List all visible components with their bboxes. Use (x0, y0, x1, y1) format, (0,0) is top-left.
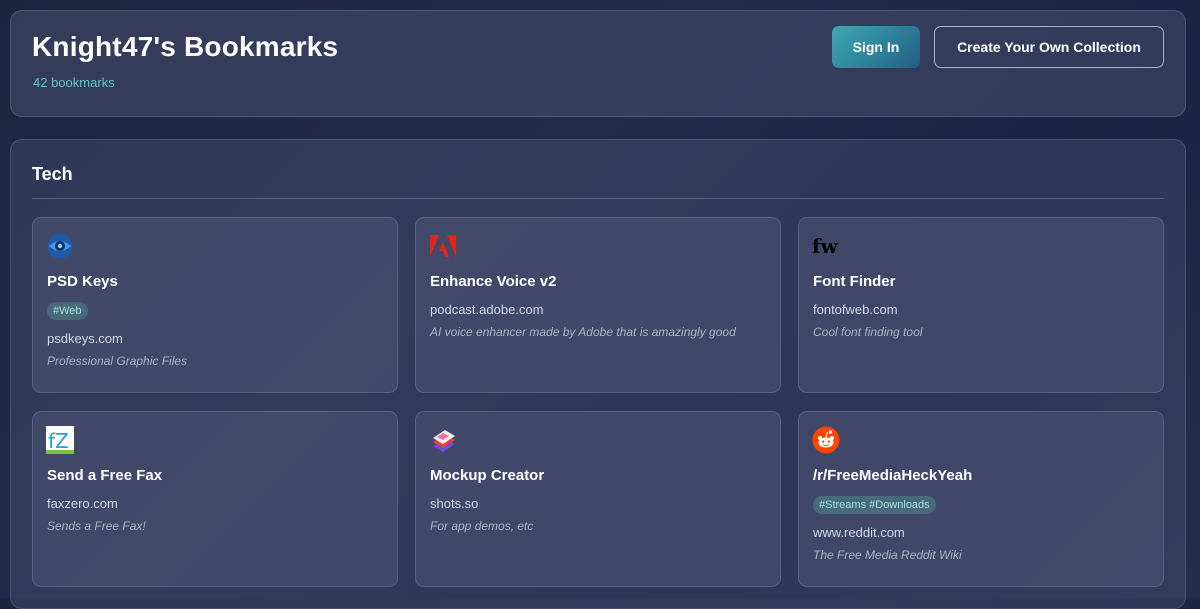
page-title: Knight47's Bookmarks (32, 31, 339, 62)
card-domain: fontofweb.com (813, 302, 898, 317)
shots-icon (433, 430, 455, 452)
adobe-icon (430, 235, 456, 257)
bookmark-count: 42 bookmarks (33, 75, 115, 90)
card-domain: psdkeys.com (47, 331, 123, 346)
card-description: Professional Graphic Files (47, 354, 188, 368)
card-title: Enhance Voice v2 (430, 273, 557, 290)
card-description: The Free Media Reddit Wiki (813, 548, 962, 562)
svg-text:fZ: fZ (48, 429, 69, 453)
card-domain: podcast.adobe.com (430, 302, 544, 317)
section-divider (32, 198, 1164, 199)
card-title: Mockup Creator (430, 467, 545, 484)
card-tag[interactable]: #Web (47, 302, 88, 320)
card-description: Cool font finding tool (813, 325, 923, 339)
card-title: /r/FreeMediaHeckYeah (813, 467, 973, 484)
card-domain: shots.so (430, 496, 479, 511)
bookmark-card-free-media[interactable]: /r/FreeMediaHeckYeah #Streams #Downloads… (798, 411, 1164, 587)
bookmark-card-mockup-creator[interactable]: Mockup Creator shots.so For app demos, e… (415, 411, 781, 587)
bookmark-card-free-fax[interactable]: fZ Send a Free Fax faxzero.com Sends a F… (32, 411, 398, 587)
bookmark-card-enhance-voice[interactable]: Enhance Voice v2 podcast.adobe.com AI vo… (415, 217, 781, 393)
card-description: Sends a Free Fax! (47, 519, 146, 533)
sign-in-button[interactable]: Sign In (832, 26, 920, 68)
card-title: PSD Keys (47, 273, 118, 290)
fontofweb-icon: fw (812, 234, 839, 258)
create-collection-button[interactable]: Create Your Own Collection (934, 26, 1164, 68)
reddit-icon (812, 426, 840, 454)
card-title: Font Finder (813, 273, 896, 290)
psdkeys-eye-icon (47, 233, 73, 259)
card-domain: www.reddit.com (813, 525, 905, 540)
section-title: Tech (32, 164, 73, 184)
header-panel: Knight47's Bookmarks 42 bookmarks Sign I… (10, 10, 1186, 117)
tech-section: Tech PSD Keys #Web psdkeys.com Professio… (10, 139, 1186, 609)
svg-text:fw: fw (812, 234, 839, 258)
bookmark-card-psd-keys[interactable]: PSD Keys #Web psdkeys.com Professional G… (32, 217, 398, 393)
card-title: Send a Free Fax (47, 467, 163, 484)
card-description: AI voice enhancer made by Adobe that is … (430, 325, 736, 339)
bookmark-card-font-finder[interactable]: fw Font Finder fontofweb.com Cool font f… (798, 217, 1164, 393)
card-tag[interactable]: #Streams #Downloads (813, 496, 936, 514)
card-description: For app demos, etc (430, 519, 534, 533)
card-domain: faxzero.com (47, 496, 118, 511)
faxzero-icon: fZ (46, 426, 74, 454)
